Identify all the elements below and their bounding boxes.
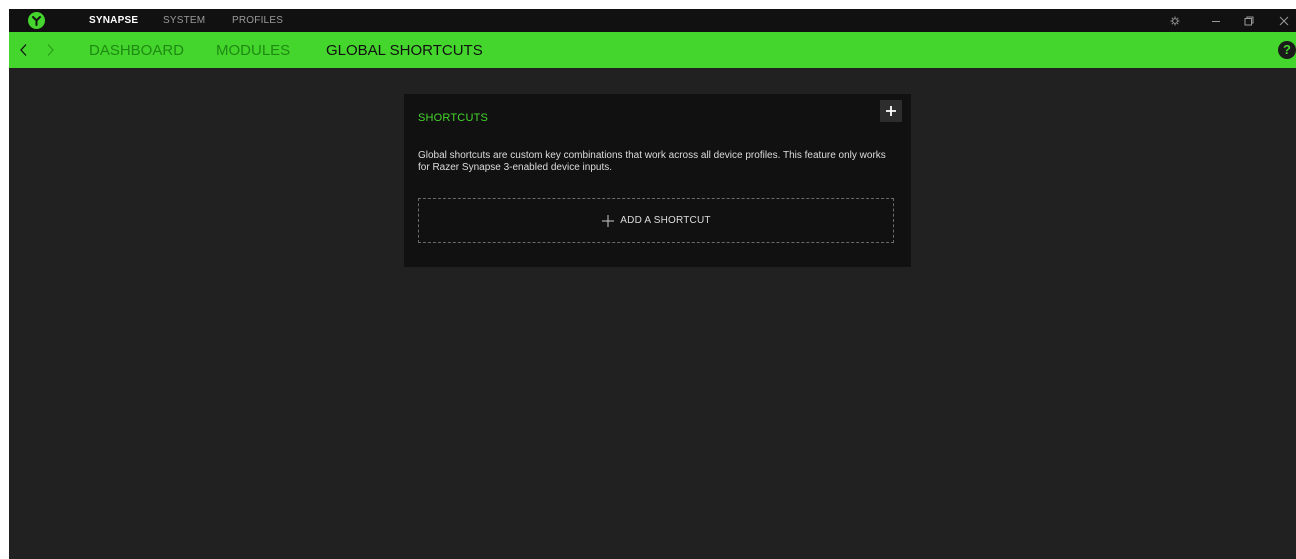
settings-icon[interactable] xyxy=(1164,9,1186,32)
add-shortcut-plus-button[interactable] xyxy=(880,100,902,122)
shortcuts-panel: SHORTCUTS Global shortcuts are custom ke… xyxy=(404,94,911,267)
add-shortcut-label: ADD A SHORTCUT xyxy=(620,215,711,226)
panel-description: Global shortcuts are custom key combinat… xyxy=(418,150,886,173)
tab-system[interactable]: SYSTEM xyxy=(163,9,205,32)
tab-dashboard[interactable]: DASHBOARD xyxy=(89,32,184,68)
help-icon[interactable]: ? xyxy=(1278,41,1296,59)
nav-bar: DASHBOARD MODULES GLOBAL SHORTCUTS ? xyxy=(9,32,1296,68)
app-window: SYNAPSE SYSTEM PROFILES DASHBOARD MODULE… xyxy=(9,9,1296,559)
minimize-icon[interactable] xyxy=(1205,9,1227,32)
maximize-icon[interactable] xyxy=(1238,9,1260,32)
tab-modules[interactable]: MODULES xyxy=(216,32,290,68)
razer-logo-icon[interactable] xyxy=(28,12,45,29)
add-shortcut-button[interactable]: ADD A SHORTCUT xyxy=(418,198,894,243)
plus-icon xyxy=(886,106,896,116)
tab-global-shortcuts[interactable]: GLOBAL SHORTCUTS xyxy=(326,32,483,68)
forward-arrow-icon[interactable] xyxy=(42,41,58,59)
close-icon[interactable] xyxy=(1273,9,1295,32)
tab-synapse[interactable]: SYNAPSE xyxy=(89,9,138,32)
panel-title: SHORTCUTS xyxy=(418,112,489,124)
plus-icon xyxy=(602,214,615,227)
back-arrow-icon[interactable] xyxy=(16,41,32,59)
title-bar: SYNAPSE SYSTEM PROFILES xyxy=(9,9,1296,32)
tab-profiles[interactable]: PROFILES xyxy=(232,9,283,32)
